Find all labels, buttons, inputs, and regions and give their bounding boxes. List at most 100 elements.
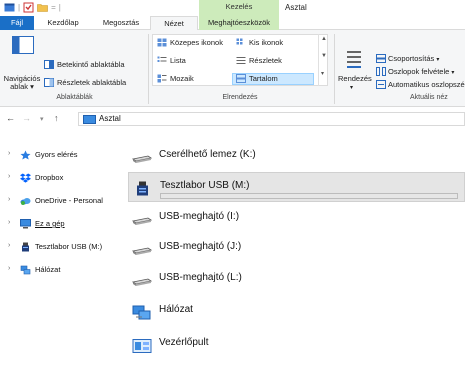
address-path: Asztal [99, 114, 121, 123]
panes-group-label: Ablaktáblák [56, 94, 93, 101]
nav-item-label: Dropbox [35, 173, 64, 182]
expand-chevron-icon[interactable]: › [8, 242, 10, 249]
item-name: USB-meghajtó (I:) [159, 211, 240, 222]
new-folder-icon[interactable] [37, 2, 48, 13]
sort-chevron-down-icon[interactable]: ▾ [350, 84, 353, 91]
quick-access-toolbar: | = | [4, 2, 61, 13]
group-by-icon [376, 54, 386, 63]
item-name: Hálózat [159, 304, 193, 315]
tab-file[interactable]: Fájl [0, 16, 34, 30]
control-panel-icon [132, 339, 152, 353]
nav-item-label: Gyors elérés [35, 150, 78, 159]
qat-dropdown-icon[interactable]: = [51, 3, 56, 12]
network-icon [20, 265, 31, 275]
nav-item-network[interactable]: › Hálózat [0, 263, 120, 277]
usb-icon [137, 181, 148, 196]
file-explorer-window: | = | Asztal Kezelés Fájl Kezdőlap Megos… [0, 0, 465, 374]
expand-chevron-icon[interactable]: › [8, 219, 10, 226]
item-name: Cserélhető lemez (K:) [159, 149, 256, 160]
list-item-selected[interactable]: Tesztlabor USB (M:) [128, 172, 465, 202]
content-icon [236, 74, 246, 83]
list-item[interactable]: Hálózat [128, 297, 465, 327]
tab-share[interactable]: Megosztás [92, 16, 150, 30]
chevron-down-icon: ▾ [451, 70, 455, 76]
back-arrow-icon[interactable]: ← [6, 113, 15, 123]
list-item[interactable]: USB-meghajtó (I:) [128, 204, 465, 234]
navigation-pane-button[interactable]: Navigációs ablak ▾ [2, 75, 42, 91]
nav-item-label: Tesztlabor USB (M:) [35, 242, 103, 251]
navigation-pane: › Gyors elérés › Dropbox › OneDrive - Pe… [0, 140, 120, 374]
navigation-pane-label: Navigációs ablak [3, 74, 41, 91]
details-icon [236, 57, 246, 64]
scroll-up-icon[interactable]: ▲ [321, 36, 327, 42]
add-columns-label: Oszlopok felvétele [388, 67, 450, 76]
tiles-icon [157, 74, 167, 83]
list-item[interactable]: Cserélhető lemez (K:) [128, 142, 465, 172]
desktop-icon [83, 115, 96, 124]
expand-chevron-icon[interactable]: › [8, 196, 10, 203]
dropbox-icon [20, 173, 31, 183]
item-name: USB-meghajtó (J:) [159, 241, 242, 252]
tab-drive-tools[interactable]: Meghajtóeszközök [199, 16, 279, 30]
layout-content[interactable]: Tartalom [249, 74, 278, 83]
scroll-down-icon[interactable]: ▼ [321, 53, 327, 59]
qat-divider: | [58, 3, 61, 12]
sort-icon [347, 51, 361, 68]
current-view-group-label: Aktuális néz [410, 94, 448, 101]
details-pane-button[interactable]: Részletek ablaktábla [57, 78, 126, 87]
tab-home[interactable]: Kezdőlap [34, 16, 92, 30]
drive-icon [132, 217, 152, 225]
details-pane-icon [44, 78, 54, 87]
nav-item-usb-m[interactable]: › Tesztlabor USB (M:) [0, 240, 120, 254]
preview-pane-button[interactable]: Betekintő ablaktábla [57, 60, 125, 69]
nav-item-this-pc[interactable]: › Ez a gép [0, 217, 120, 231]
expand-chevron-icon[interactable]: › [8, 265, 10, 272]
small-icons-icon [236, 38, 243, 45]
ribbon: Navigációs ablak ▾ Betekintő ablaktábla … [0, 30, 465, 107]
address-bar[interactable]: Asztal [78, 112, 465, 126]
nav-item-label: Hálózat [35, 265, 61, 274]
layout-list[interactable]: Lista [170, 56, 186, 65]
item-name: USB-meghajtó (L:) [159, 272, 242, 283]
layout-tiles[interactable]: Mozaik [170, 74, 194, 83]
onedrive-icon [20, 198, 31, 205]
usb-icon [22, 242, 29, 252]
layout-details[interactable]: Részletek [249, 56, 282, 65]
navigation-pane-icon [12, 36, 34, 54]
add-columns-button[interactable]: Oszlopok felvétele ▾ [388, 67, 454, 76]
preview-pane-icon [44, 60, 54, 69]
up-arrow-icon[interactable]: ↑ [54, 113, 59, 123]
qat-divider: | [18, 3, 21, 12]
layout-medium-icons[interactable]: Közepes ikonok [170, 38, 223, 47]
address-bar-row: ← → ▾ ↑ Asztal [0, 108, 465, 130]
nav-item-onedrive[interactable]: › OneDrive - Personal [0, 194, 120, 208]
storage-usage-bar [160, 193, 458, 199]
drive-icon [132, 247, 152, 255]
group-by-button[interactable]: Csoportosítás ▾ [388, 54, 439, 63]
recent-chevron-down-icon[interactable]: ▾ [40, 115, 44, 123]
nav-item-dropbox[interactable]: › Dropbox [0, 171, 120, 185]
expand-chevron-icon[interactable]: › [8, 150, 10, 157]
properties-icon[interactable] [23, 2, 34, 13]
nav-item-quick-access[interactable]: › Gyors elérés [0, 148, 120, 162]
list-item[interactable]: USB-meghajtó (L:) [128, 265, 465, 295]
drive-icon [132, 278, 152, 286]
group-by-label: Csoportosítás [388, 54, 435, 63]
tab-view[interactable]: Nézet [150, 16, 198, 30]
expand-chevron-icon[interactable]: › [8, 173, 10, 180]
layout-gallery-scroll[interactable]: ▲ ▼ ▾ [318, 34, 328, 86]
autosize-columns-button[interactable]: Automatikus oszlopszé [388, 80, 465, 89]
sort-button[interactable]: Rendezés [338, 74, 372, 83]
nav-item-label: Ez a gép [35, 219, 65, 228]
ribbon-tabs: Fájl Kezdőlap Megosztás Nézet Meghajtóes… [0, 16, 465, 30]
nav-item-label: OneDrive - Personal [35, 196, 103, 205]
computer-icon [20, 219, 31, 229]
layout-group-label: Elrendezés [222, 94, 258, 101]
forward-arrow-icon[interactable]: → [22, 113, 31, 123]
list-item[interactable]: USB-meghajtó (J:) [128, 234, 465, 264]
list-item[interactable]: Vezérlőpult [128, 330, 465, 360]
content-pane: Cserélhető lemez (K:) Tesztlabor USB (M:… [128, 134, 465, 374]
autosize-columns-icon [376, 80, 386, 89]
gallery-expand-icon[interactable]: ▾ [321, 70, 324, 77]
layout-small-icons[interactable]: Kis ikonok [249, 38, 283, 47]
